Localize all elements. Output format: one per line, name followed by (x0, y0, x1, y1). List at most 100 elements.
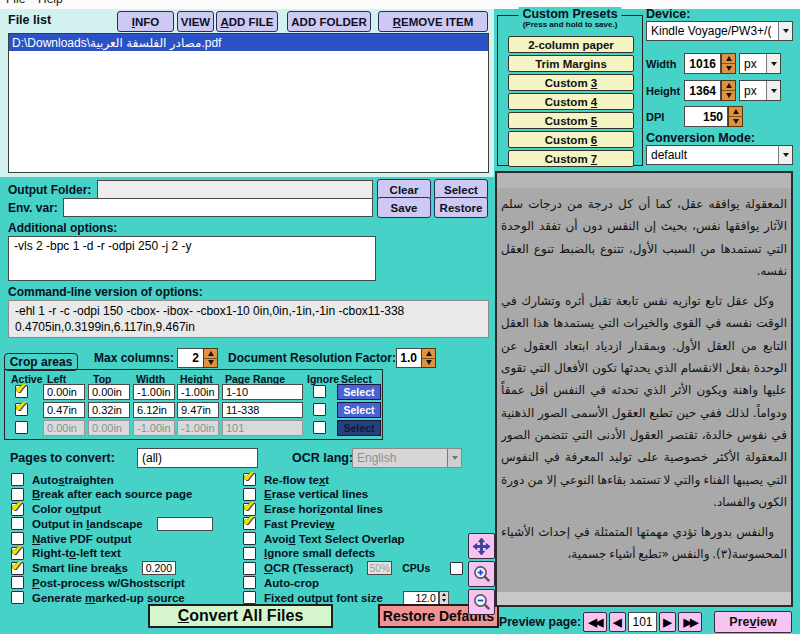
pages-to-convert-input[interactable]: (all) (137, 448, 258, 468)
doc-res-input[interactable]: 1.0 (396, 348, 422, 368)
preview-button[interactable]: Preview (714, 611, 792, 633)
option-row: OCR (Tesseract)50%CPUsFast (243, 562, 495, 575)
file-list[interactable]: D:\Downloads\مصادر الفلسفة العربية.pdf (8, 33, 489, 173)
crop-ignore-checkbox[interactable] (313, 385, 326, 398)
zoom-in-button[interactable] (468, 561, 495, 587)
device-select[interactable]: Kindle Voyage/PW3+/( (646, 21, 793, 41)
crop-top-input[interactable]: 0.00in (88, 384, 130, 400)
last-page-button[interactable]: ▶▶ (678, 612, 702, 632)
max-columns-spinner[interactable] (203, 348, 218, 368)
smart-line-breaks-input[interactable]: 0.200 (142, 561, 176, 575)
view-button[interactable]: VIEW (177, 11, 214, 32)
preset-button-1[interactable]: 2-column paper (508, 36, 634, 53)
first-page-button[interactable]: ◀◀ (583, 612, 607, 632)
checkbox-autostraighten[interactable] (11, 473, 24, 486)
height-unit-select[interactable]: px (739, 80, 781, 101)
checkbox-fixed-output-font-size[interactable] (243, 591, 256, 604)
checkbox-color-output[interactable] (11, 503, 24, 516)
custom-presets-title: Custom Presets (518, 7, 621, 21)
checkbox-re-flow-text[interactable] (243, 473, 256, 486)
option-label: OCR (Tesseract) (264, 562, 353, 574)
preview-text: المعقولة يوافقه عقل، كما أن كل درجة من د… (501, 193, 787, 589)
add-folder-button[interactable]: ADD FOLDER (287, 11, 371, 32)
crop-active-checkbox[interactable] (15, 421, 28, 434)
font-size-spinner[interactable] (439, 591, 449, 605)
menu-file[interactable]: File (6, 0, 25, 6)
checkbox-post-process-w-ghostscript[interactable] (11, 576, 24, 589)
pan-tool-button[interactable] (468, 533, 495, 559)
checkbox-ignore-small-defects[interactable] (243, 547, 256, 560)
crop-top-input: 0.00in (88, 420, 130, 436)
option-row: Color output (11, 503, 213, 516)
crop-left-input[interactable]: 0.00in (43, 384, 85, 400)
crop-ignore-checkbox[interactable] (313, 421, 326, 434)
crop-select-button[interactable]: Select (337, 384, 381, 400)
crop-width-input[interactable]: -1.00in (133, 384, 175, 400)
preview-pane[interactable]: المعقولة يوافقه عقل، كما أن كل درجة من د… (495, 171, 793, 607)
width-spinner[interactable] (721, 53, 736, 74)
crop-height-input[interactable]: -1.00in (177, 384, 219, 400)
env-save-button[interactable]: Save (377, 197, 431, 218)
convert-all-files-button[interactable]: Convert All Files (148, 604, 333, 628)
crop-page-range-input[interactable]: 11-338 (222, 402, 303, 418)
remove-item-button[interactable]: REMOVE ITEM (378, 11, 488, 32)
crop-page-range-input[interactable]: 1-10 (222, 384, 303, 400)
preset-button-4[interactable]: Custom 4 (508, 93, 634, 110)
checkbox-smart-line-breaks[interactable] (11, 562, 24, 575)
output-folder-input[interactable] (97, 180, 373, 199)
crop-select-button[interactable]: Select (337, 402, 381, 418)
prev-page-button[interactable]: ◀ (609, 612, 626, 632)
output-folder-label: Output Folder: (8, 183, 91, 197)
preset-button-7[interactable]: Custom 7 (508, 150, 634, 167)
next-page-button[interactable]: ▶ (659, 612, 676, 632)
checkbox-avoid-text-select-overlap[interactable] (243, 532, 256, 545)
width-unit-select[interactable]: px (739, 53, 781, 74)
checkbox-fast-preview[interactable] (243, 517, 256, 530)
zoom-in-icon (472, 564, 492, 584)
preset-button-3[interactable]: Custom 3 (508, 74, 634, 91)
crop-active-checkbox[interactable] (15, 403, 28, 416)
zoom-out-button[interactable] (468, 589, 495, 615)
preset-button-6[interactable]: Custom 6 (508, 131, 634, 148)
preview-scrollbar[interactable] (497, 592, 791, 605)
file-list-item[interactable]: D:\Downloads\مصادر الفلسفة العربية.pdf (9, 34, 488, 51)
crop-ignore-checkbox[interactable] (313, 403, 326, 416)
max-columns-input[interactable]: 2 (177, 348, 204, 368)
dpi-spinner[interactable] (728, 106, 743, 127)
width-input[interactable]: 1016 (684, 53, 721, 74)
height-spinner[interactable] (721, 80, 736, 101)
additional-options-input[interactable]: -vls 2 -bpc 1 -d -r -odpi 250 -j 2 -y (8, 236, 376, 281)
dpi-input[interactable]: 150 (684, 106, 728, 127)
option-row: Re-flow text (243, 473, 495, 486)
preset-button-2[interactable]: Trim Margins (508, 55, 634, 72)
checkbox-generate-marked-up-source[interactable] (11, 591, 24, 604)
env-restore-button[interactable]: Restore (434, 197, 488, 218)
crop-width-input[interactable]: 6.12in (133, 402, 175, 418)
crop-active-checkbox[interactable] (15, 385, 28, 398)
ocr-lang-select[interactable]: English (352, 448, 462, 468)
file-list-label: File list (8, 13, 51, 27)
conversion-mode-select[interactable]: default (646, 145, 793, 165)
option-label: Generate marked-up source (32, 592, 185, 604)
crop-height-input[interactable]: 9.47in (177, 402, 219, 418)
checkbox-ocr-fast[interactable] (450, 562, 463, 575)
option-label: Auto-crop (264, 577, 319, 589)
landscape-pages-input[interactable] (157, 517, 213, 531)
crop-page-range-input: 101 (222, 420, 303, 436)
checkbox-auto-crop[interactable] (243, 576, 256, 589)
env-var-input[interactable] (63, 198, 373, 217)
doc-res-spinner[interactable] (421, 348, 436, 368)
option-row: Erase vertical lines (243, 488, 495, 501)
page-number-input[interactable]: 101 (628, 612, 657, 632)
checkbox-ocr-tesseract-[interactable] (243, 562, 256, 575)
height-input[interactable]: 1364 (684, 80, 721, 101)
menu-help[interactable]: Help (38, 0, 63, 6)
crop-top-input[interactable]: 0.32in (88, 402, 130, 418)
preset-button-5[interactable]: Custom 5 (508, 112, 634, 129)
add-file-button[interactable]: ADD FILE (216, 11, 278, 32)
doc-res-label: Document Resolution Factor: (228, 351, 396, 365)
checkbox-output-in-landscape[interactable] (11, 517, 24, 530)
crop-left-input[interactable]: 0.47in (43, 402, 85, 418)
info-button[interactable]: INFO (117, 11, 174, 32)
font-size-spinbox[interactable]: 12.0 (403, 591, 449, 605)
